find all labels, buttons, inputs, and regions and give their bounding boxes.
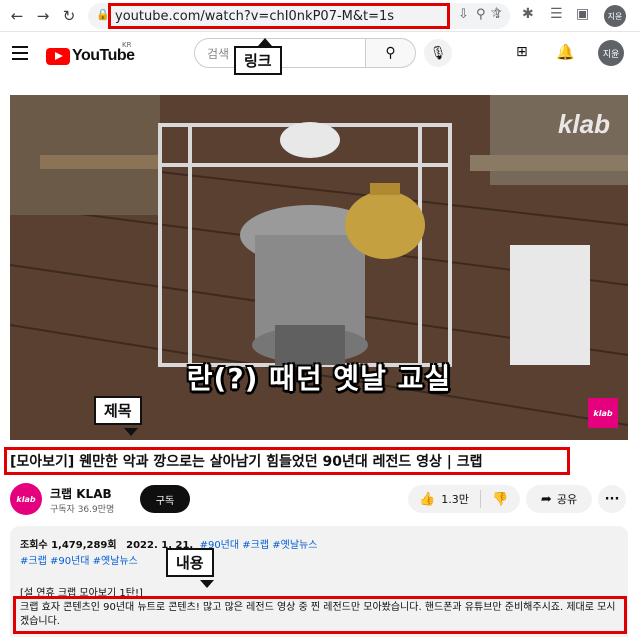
reading-list-icon[interactable]: ☰ bbox=[550, 6, 563, 22]
content-annotation-pointer bbox=[200, 580, 214, 588]
youtube-logo-text: YouTube bbox=[72, 47, 135, 64]
voice-search-button[interactable]: 🎙 bbox=[424, 39, 452, 67]
klab-corner-logo: klab bbox=[588, 398, 618, 428]
hashtag-link[interactable]: #옛날뉴스 bbox=[272, 540, 317, 551]
share-button[interactable]: ➦ 공유 bbox=[526, 485, 592, 513]
thumbs-down-icon: 👎 bbox=[492, 491, 509, 507]
notifications-bell-icon[interactable]: 🔔 bbox=[556, 43, 575, 61]
forward-arrow-icon[interactable]: → bbox=[32, 5, 54, 27]
share-label: 공유 bbox=[556, 493, 578, 506]
thumbs-up-icon: 👍 bbox=[419, 491, 436, 507]
create-video-icon[interactable]: ⊞ bbox=[516, 44, 528, 60]
account-avatar[interactable]: 지윤 bbox=[598, 40, 624, 66]
video-player[interactable]: klab 란(?) 때던 옛날 교실 klab bbox=[10, 95, 628, 440]
dislike-button[interactable]: 👎 bbox=[481, 485, 520, 513]
description-panel[interactable]: 조회수 1,479,289회 2022. 1. 21. #90년대 #크랩 #옛… bbox=[10, 526, 628, 637]
youtube-header: YouTube KR 검색 ⚲ 🎙 ⊞ 🔔 지윤 bbox=[0, 32, 640, 80]
microphone-icon: 🎙 bbox=[429, 45, 447, 61]
title-annotation-pointer bbox=[124, 428, 138, 436]
hashtag-link[interactable]: #90년대 bbox=[50, 556, 90, 567]
subscribe-button[interactable]: 구독 bbox=[140, 485, 190, 513]
channel-name[interactable]: 크랩 KLAB bbox=[50, 485, 112, 502]
like-count: 1.3만 bbox=[441, 493, 469, 506]
back-arrow-icon[interactable]: ← bbox=[6, 5, 28, 27]
channel-avatar[interactable]: klab bbox=[10, 483, 42, 515]
extensions-icon[interactable]: ✱ bbox=[522, 6, 534, 22]
address-bar[interactable]: 🔒 youtube.com/watch?v=chI0nkP07-M&t=1s ⇩… bbox=[88, 3, 510, 29]
hashtag-link[interactable]: #옛날뉴스 bbox=[93, 556, 138, 567]
description-body: 크랩 효자 콘텐츠인 90년대 뉴트로 콘텐츠! 많고 많은 레전드 영상 중 … bbox=[13, 596, 627, 634]
url-text[interactable]: youtube.com/watch?v=chI0nkP07-M&t=1s bbox=[108, 3, 450, 29]
title-annotation-label: 제목 bbox=[94, 396, 142, 425]
zoom-icon[interactable]: ⚲ bbox=[476, 7, 486, 22]
country-code: KR bbox=[122, 41, 132, 49]
install-icon[interactable]: ⇩ bbox=[458, 7, 469, 22]
video-title: [모아보기] 웬만한 악과 깡으로는 살아남기 힘들었던 90년대 레전드 영상… bbox=[4, 447, 570, 475]
hashtag-link[interactable]: #크랩 bbox=[242, 540, 269, 551]
content-annotation-label: 내용 bbox=[166, 548, 214, 577]
split-view-icon[interactable]: ▣ bbox=[576, 6, 589, 22]
reload-icon[interactable]: ↻ bbox=[58, 5, 80, 27]
video-subtitle: 란(?) 때던 옛날 교실 bbox=[186, 362, 452, 395]
search-icon: ⚲ bbox=[385, 45, 396, 61]
like-dislike-group: 👍 1.3만 👎 bbox=[408, 485, 520, 513]
description-hashtags: #크랩 #90년대 #옛날뉴스 bbox=[20, 552, 138, 567]
hashtag-link[interactable]: #크랩 bbox=[20, 556, 47, 567]
youtube-play-icon bbox=[46, 47, 70, 65]
more-actions-button[interactable]: ··· bbox=[598, 485, 626, 513]
browser-toolbar: ← → ↻ 🔒 youtube.com/watch?v=chI0nkP07-M&… bbox=[0, 0, 640, 32]
youtube-logo[interactable]: YouTube bbox=[46, 46, 135, 66]
browser-profile-avatar[interactable]: 지윤 bbox=[604, 5, 626, 27]
menu-icon[interactable] bbox=[12, 46, 28, 60]
klab-watermark: klab bbox=[557, 109, 610, 139]
share-arrow-icon: ➦ bbox=[540, 491, 552, 507]
bookmark-star-icon[interactable]: ☆ bbox=[490, 5, 503, 21]
search-button[interactable]: ⚲ bbox=[366, 38, 416, 68]
link-annotation-pointer bbox=[258, 38, 272, 46]
like-button[interactable]: 👍 1.3만 bbox=[408, 485, 480, 513]
link-annotation-label: 링크 bbox=[234, 46, 282, 75]
subscriber-count: 구독자 36.9만명 bbox=[50, 505, 115, 515]
view-count: 조회수 1,479,289회 bbox=[20, 540, 117, 551]
